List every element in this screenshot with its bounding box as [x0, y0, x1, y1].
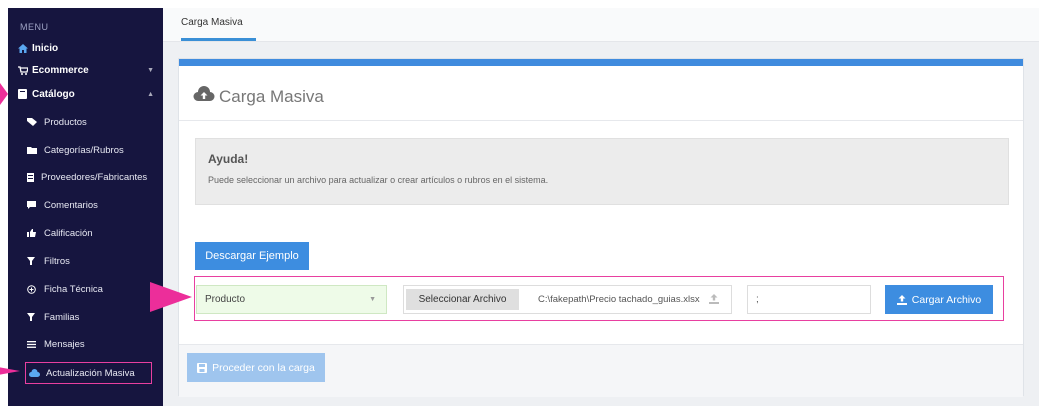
- chevron-down-icon: ▼: [147, 66, 154, 74]
- sidebar-item-filtros[interactable]: Filtros: [8, 250, 163, 272]
- proceed-button[interactable]: Proceder con la carga: [187, 353, 325, 382]
- sidebar-item-calificacion[interactable]: Calificación: [8, 222, 163, 244]
- top-bar: Carga Masiva: [163, 8, 1039, 42]
- sidebar-item-label: Familias: [44, 311, 80, 323]
- panel-accent-bar: [179, 59, 1023, 66]
- panel-header: Carga Masiva: [179, 66, 1023, 121]
- type-select-value: Producto: [205, 294, 246, 305]
- sidebar-item-inicio[interactable]: Inicio: [8, 38, 163, 58]
- upload-file-label: Cargar Archivo: [911, 293, 982, 306]
- folder-icon: [27, 146, 44, 154]
- upload-icon: [709, 294, 719, 304]
- separator-input[interactable]: ;: [747, 285, 871, 314]
- sidebar-item-mensajes[interactable]: Mensajes: [8, 333, 163, 355]
- sidebar-item-ficha-tecnica[interactable]: Ficha Técnica: [8, 278, 163, 300]
- type-select[interactable]: Producto ▼: [196, 285, 387, 314]
- chevron-down-icon: ▼: [369, 296, 376, 303]
- upload-panel: Carga Masiva Ayuda! Puede seleccionar un…: [178, 58, 1024, 397]
- book-icon: [18, 89, 32, 99]
- tag-icon: [27, 118, 44, 126]
- file-path-text: C:\fakepath\Precio tachado_guias.xlsx: [538, 294, 700, 305]
- download-example-button[interactable]: Descargar Ejemplo: [195, 242, 309, 270]
- home-icon: [18, 43, 32, 53]
- sidebar-item-familias[interactable]: Familias: [8, 306, 163, 328]
- sidebar-item-label: Catálogo: [32, 88, 75, 100]
- panel-footer: Proceder con la carga: [179, 344, 1023, 397]
- sidebar-item-label: Productos: [44, 116, 87, 128]
- filter-icon: [27, 257, 44, 265]
- sidebar-item-actualizacion-masiva[interactable]: Actualización Masiva: [25, 362, 152, 384]
- list-icon: [27, 172, 41, 182]
- sidebar-item-productos[interactable]: Productos: [8, 111, 163, 133]
- thumbs-up-icon: [27, 229, 44, 237]
- annotation-arrow: [0, 83, 8, 105]
- help-title: Ayuda!: [208, 152, 249, 166]
- tab-active-indicator: [181, 38, 256, 41]
- file-input-group[interactable]: Seleccionar Archivo C:\fakepath\Precio t…: [403, 285, 732, 314]
- upload-icon: [896, 294, 907, 305]
- sidebar-item-label: Comentarios: [44, 199, 98, 211]
- sidebar-item-categorias[interactable]: Categorías/Rubros: [8, 139, 163, 161]
- sidebar-item-label: Actualización Masiva: [46, 367, 135, 379]
- save-icon: [197, 362, 208, 373]
- sidebar: MENU Inicio Ecommerce ▼ Catálogo ▲ Produ…: [8, 8, 163, 406]
- sidebar-item-comentarios[interactable]: Comentarios: [8, 194, 163, 216]
- chevron-up-icon: ▲: [147, 90, 154, 98]
- proceed-label: Proceder con la carga: [212, 361, 315, 374]
- cloud-upload-icon: [29, 369, 46, 377]
- cart-icon: [18, 65, 32, 75]
- sidebar-item-label: Inicio: [32, 42, 59, 54]
- page-title: Carga Masiva: [219, 87, 324, 106]
- filter-icon: [27, 313, 44, 321]
- sidebar-item-label: Calificación: [44, 227, 93, 239]
- sidebar-item-catalogo[interactable]: Catálogo ▲: [8, 84, 163, 104]
- help-text: Puede seleccionar un archivo para actual…: [208, 175, 549, 185]
- upload-file-button[interactable]: Cargar Archivo: [885, 285, 993, 314]
- help-box: Ayuda! Puede seleccionar un archivo para…: [195, 138, 1009, 205]
- comment-icon: [27, 201, 44, 209]
- sidebar-item-proveedores[interactable]: Proveedores/Fabricantes: [8, 166, 163, 188]
- tab-carga-masiva[interactable]: Carga Masiva: [181, 17, 243, 28]
- sidebar-item-label: Filtros: [44, 255, 70, 267]
- sidebar-item-label: Mensajes: [44, 338, 85, 350]
- circle-plus-icon: [27, 284, 44, 294]
- lines-icon: [27, 340, 44, 348]
- cloud-upload-icon: [193, 86, 215, 101]
- sidebar-item-ecommerce[interactable]: Ecommerce ▼: [8, 60, 163, 80]
- sidebar-item-label: Proveedores/Fabricantes: [41, 171, 148, 183]
- menu-label: MENU: [20, 22, 49, 32]
- sidebar-item-label: Ficha Técnica: [44, 283, 103, 295]
- sidebar-item-label: Categorías/Rubros: [44, 144, 124, 156]
- sidebar-item-label: Ecommerce: [32, 64, 89, 76]
- select-file-button[interactable]: Seleccionar Archivo: [406, 289, 519, 310]
